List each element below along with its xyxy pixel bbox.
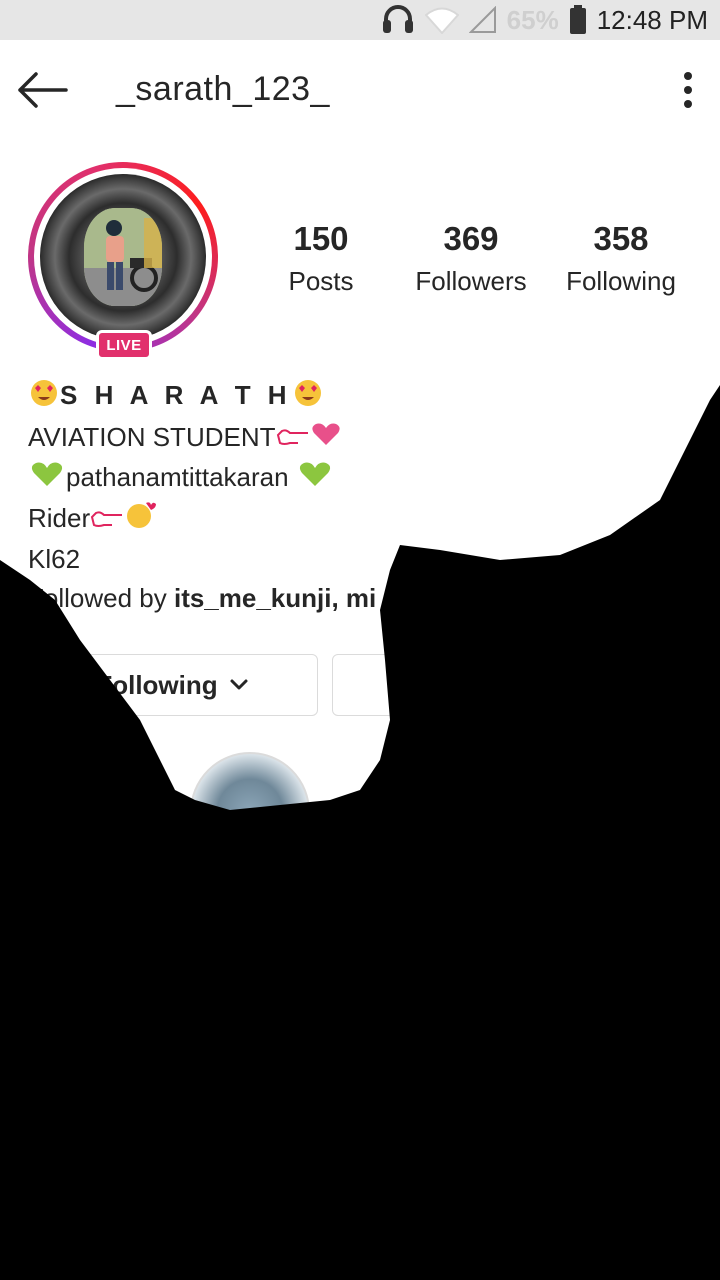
green-heart-icon xyxy=(296,460,334,499)
followers-stat[interactable]: 369 Followers xyxy=(408,220,534,297)
followed-by-text[interactable]: Followed by its_me_kunji, mi xyxy=(28,579,688,618)
pointing-hand-icon xyxy=(276,419,310,458)
battery-icon xyxy=(569,5,587,35)
kissing-emoji-icon xyxy=(124,501,157,540)
story-highlight[interactable] xyxy=(190,752,310,872)
live-badge: LIVE xyxy=(96,330,152,360)
following-count: 358 xyxy=(593,220,649,257)
posts-count: 150 xyxy=(293,220,349,257)
headset-icon xyxy=(381,4,415,36)
status-bar: 65% 12:48 PM xyxy=(0,0,720,40)
bio-line-4: Kl62 xyxy=(28,543,81,574)
signal-icon xyxy=(468,6,497,34)
bio-text-1: AVIATION STUDENT xyxy=(28,421,276,452)
pointing-hand-icon xyxy=(90,501,124,540)
posts-label: Posts xyxy=(288,266,354,296)
following-label: Following xyxy=(566,266,676,296)
wifi-icon xyxy=(424,6,459,34)
following-button[interactable]: Following xyxy=(28,654,318,716)
sparkling-heart-icon xyxy=(310,419,342,458)
followed-by-names: its_me_kunji xyxy=(173,582,332,613)
battery-percent: 65% xyxy=(506,4,559,35)
bio-text-3: Rider xyxy=(28,502,91,533)
bio-line-3: Rider xyxy=(28,499,688,540)
followed-by-suffix: , mi xyxy=(331,582,377,613)
status-icons: 65% 12:48 PM xyxy=(381,0,720,40)
following-stat[interactable]: 358 Following xyxy=(558,220,684,297)
followers-label: Followers xyxy=(415,266,527,296)
followed-by-prefix: Followed by xyxy=(28,582,174,613)
message-button[interactable] xyxy=(332,654,632,716)
arrow-left-icon xyxy=(18,72,68,108)
following-button-label: Following xyxy=(96,669,218,700)
chevron-down-icon xyxy=(230,679,248,690)
more-vertical-icon xyxy=(684,72,692,108)
app-bar: _sarath_123_ xyxy=(0,40,720,140)
clock-time: 12:48 PM xyxy=(596,4,708,35)
more-options-button[interactable] xyxy=(674,68,702,112)
bio-name-line: S H A R A T H xyxy=(28,376,688,418)
back-button[interactable] xyxy=(14,68,70,112)
heart-eyes-emoji-icon xyxy=(292,377,324,418)
posts-stat[interactable]: 150 Posts xyxy=(280,220,362,297)
bio-display-name: S H A R A T H xyxy=(60,380,292,410)
profile-username: _sarath_123_ xyxy=(116,70,330,108)
profile-stats: 150 Posts 369 Followers 358 Following xyxy=(0,220,720,310)
bio-line-2: pathanamtittakaran xyxy=(28,458,688,499)
heart-eyes-emoji-icon xyxy=(28,377,60,418)
followers-count: 369 xyxy=(443,220,499,257)
profile-bio: S H A R A T H AVIATION STUDENT pathanamt… xyxy=(28,376,688,618)
bio-line-1: AVIATION STUDENT xyxy=(28,418,688,459)
bio-text-2: pathanamtittakaran xyxy=(66,462,289,493)
green-heart-icon xyxy=(28,460,66,499)
